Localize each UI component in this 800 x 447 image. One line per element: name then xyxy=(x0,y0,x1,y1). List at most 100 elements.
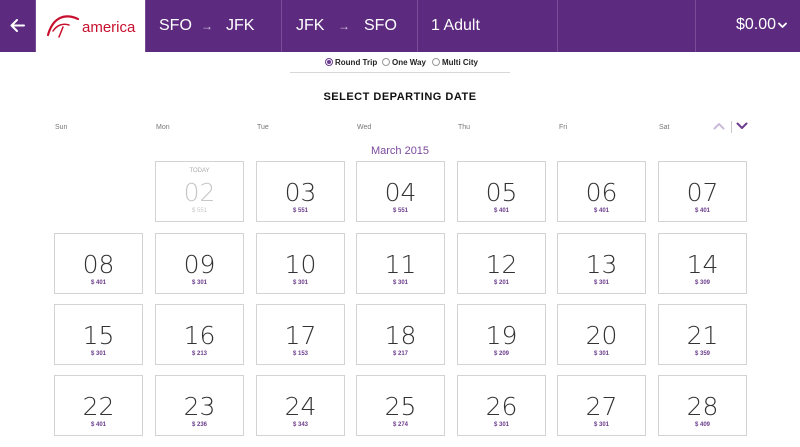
arrow-divider xyxy=(731,121,732,133)
calendar-day[interactable]: 04 $ 551 xyxy=(356,161,445,222)
trip-type-round-trip[interactable]: Round Trip xyxy=(325,58,377,67)
trip-type-label: Multi City xyxy=(442,58,478,67)
calendar-day[interactable]: 20 $ 301 xyxy=(557,304,646,365)
day-fare: $ 551 xyxy=(292,208,308,214)
calendar-day[interactable]: 08 $ 401 xyxy=(54,233,143,294)
day-number: 03 xyxy=(284,178,317,207)
calendar-day[interactable]: 25 $ 274 xyxy=(356,375,445,436)
day-fare: $ 309 xyxy=(694,280,710,286)
page-title: SELECT DEPARTING DATE xyxy=(323,91,477,103)
weekday-wed: Wed xyxy=(357,124,372,131)
trip-type-label: Round Trip xyxy=(335,58,378,67)
return-route-button[interactable]: JFK → SFO xyxy=(282,0,418,52)
calendar-day[interactable]: 21 $ 359 xyxy=(658,304,747,365)
calendar-day[interactable]: 13 $ 301 xyxy=(557,233,646,294)
day-number: 27 xyxy=(585,392,618,421)
calendar-day[interactable]: 26 $ 301 xyxy=(457,375,546,436)
today-label: TODAY xyxy=(189,168,210,174)
day-fare: $ 301 xyxy=(593,280,609,286)
weekday-tue: Tue xyxy=(257,124,269,131)
calendar-day[interactable]: 07 $ 401 xyxy=(658,161,747,222)
day-number: 10 xyxy=(284,250,317,279)
month-title: March 2015 xyxy=(370,145,430,157)
calendar-day[interactable]: 16 $ 213 xyxy=(155,304,244,365)
arrow-left-icon xyxy=(10,19,25,32)
day-fare: $ 401 xyxy=(593,208,609,214)
day-fare: $ 401 xyxy=(694,208,710,214)
day-number: 25 xyxy=(384,392,417,421)
day-number: 20 xyxy=(585,321,618,350)
calendar-day[interactable]: 12 $ 201 xyxy=(457,233,546,294)
back-button[interactable] xyxy=(0,0,36,52)
calendar-day[interactable]: 23 $ 236 xyxy=(155,375,244,436)
calendar-day[interactable]: 15 $ 301 xyxy=(54,304,143,365)
return-destination: SFO xyxy=(364,17,397,34)
trip-type-multi-city[interactable]: Multi City xyxy=(432,58,478,67)
day-fare: $ 401 xyxy=(493,208,509,214)
calendar-day[interactable]: 14 $ 309 xyxy=(658,233,747,294)
day-number: 04 xyxy=(384,178,417,207)
calendar-day[interactable]: 06 $ 401 xyxy=(557,161,646,222)
day-fare: $ 217 xyxy=(392,351,408,357)
calendar-day[interactable]: 28 $ 409 xyxy=(658,375,747,436)
day-number: 18 xyxy=(384,321,417,350)
calendar-day[interactable]: 03 $ 551 xyxy=(256,161,345,222)
day-number: 13 xyxy=(585,250,618,279)
calendar-day[interactable]: 10 $ 301 xyxy=(256,233,345,294)
virgin-america-logo[interactable]: america xyxy=(36,0,146,52)
radio-icon xyxy=(432,58,440,66)
day-fare: $ 301 xyxy=(292,280,308,286)
trip-type-label: One Way xyxy=(392,58,426,67)
price-summary-button[interactable]: $0.00 xyxy=(696,0,800,52)
day-number: 11 xyxy=(384,250,417,279)
trip-type-one-way[interactable]: One Way xyxy=(382,58,426,67)
day-fare: $ 301 xyxy=(392,280,408,286)
day-number: 19 xyxy=(485,321,518,350)
day-fare: $ 301 xyxy=(593,422,609,428)
day-fare: $ 343 xyxy=(292,422,308,428)
outbound-origin: SFO xyxy=(159,17,192,34)
radio-icon xyxy=(382,58,390,66)
next-month-button[interactable] xyxy=(736,121,748,131)
weekday-thu: Thu xyxy=(458,124,471,131)
day-number: 21 xyxy=(686,321,719,350)
day-number: 14 xyxy=(686,250,719,279)
day-fare: $ 551 xyxy=(392,208,408,214)
calendar-day[interactable]: 27 $ 301 xyxy=(557,375,646,436)
calendar-day[interactable]: 22 $ 401 xyxy=(54,375,143,436)
total-price: $0.00 xyxy=(736,16,777,33)
previous-month-button[interactable] xyxy=(713,121,725,131)
calendar-day[interactable]: 19 $ 209 xyxy=(457,304,546,365)
passengers-button[interactable]: 1 Adult xyxy=(418,0,558,52)
day-number: 05 xyxy=(485,178,518,207)
day-number: 24 xyxy=(284,392,317,421)
day-number: 15 xyxy=(82,321,115,350)
calendar-day[interactable]: 17 $ 153 xyxy=(256,304,345,365)
day-fare: $ 401 xyxy=(90,422,106,428)
calendar-day[interactable]: 11 $ 301 xyxy=(356,233,445,294)
calendar-day[interactable]: 05 $ 401 xyxy=(457,161,546,222)
day-number: 22 xyxy=(82,392,115,421)
weekday-mon: Mon xyxy=(156,124,170,131)
day-fare: $ 209 xyxy=(493,351,509,357)
day-number: 12 xyxy=(485,250,518,279)
day-number: 07 xyxy=(686,178,719,207)
outbound-route-button[interactable]: SFO → JFK xyxy=(146,0,282,52)
calendar-day[interactable]: 18 $ 217 xyxy=(356,304,445,365)
day-number: 23 xyxy=(183,392,216,421)
day-fare: $ 359 xyxy=(694,351,710,357)
virgin-logo-icon xyxy=(46,15,80,38)
calendar-day[interactable]: 09 $ 301 xyxy=(155,233,244,294)
day-number: 16 xyxy=(183,321,216,350)
day-fare: $ 153 xyxy=(292,351,308,357)
day-number: 06 xyxy=(585,178,618,207)
day-number: 26 xyxy=(485,392,518,421)
trip-type-selector: Round Trip One Way Multi City xyxy=(290,57,510,73)
day-number: 28 xyxy=(686,392,719,421)
weekday-sat: Sat xyxy=(659,124,670,131)
calendar-day[interactable]: 24 $ 343 xyxy=(256,375,345,436)
route-arrow-icon: → xyxy=(201,19,213,33)
day-fare: $ 236 xyxy=(191,422,207,428)
passenger-count: 1 Adult xyxy=(431,17,480,34)
weekday-fri: Fri xyxy=(559,124,568,131)
